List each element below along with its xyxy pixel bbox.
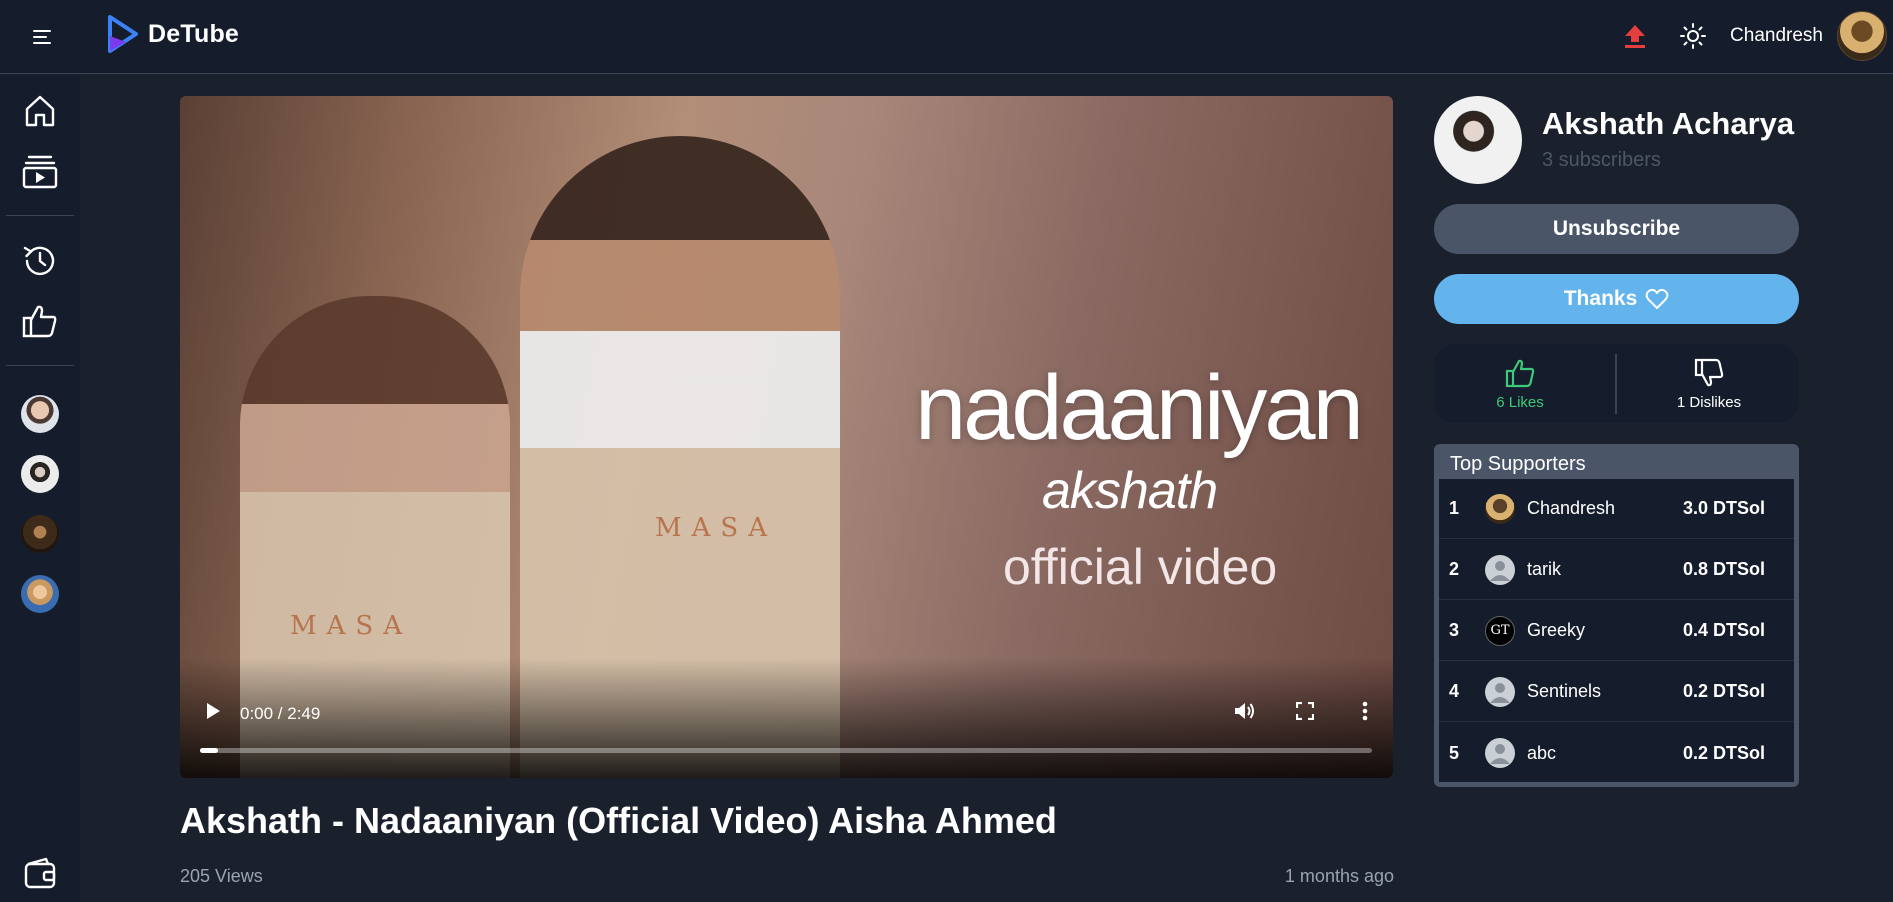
top-supporters-panel: Top Supporters 1 Chandresh 3.0 DTSol 2 t… xyxy=(1434,444,1799,787)
supporter-name: abc xyxy=(1527,742,1557,763)
username[interactable]: Chandresh xyxy=(1730,25,1823,47)
supporter-rank: 3 xyxy=(1449,620,1460,640)
menu-icon[interactable] xyxy=(30,25,54,49)
likes-count: 6 Likes xyxy=(1496,393,1544,411)
sidebar-divider xyxy=(6,365,74,366)
apron-logo-text: MASA xyxy=(290,611,412,641)
subscription-avatar[interactable] xyxy=(21,395,59,433)
progress-fill xyxy=(200,748,218,753)
subscriptions-icon[interactable] xyxy=(20,151,60,191)
playback-time: 0:00 / 2:49 xyxy=(240,704,321,723)
default-avatar-icon xyxy=(1485,738,1515,768)
play-icon[interactable] xyxy=(198,696,228,726)
home-icon[interactable] xyxy=(20,91,60,131)
subscription-avatar[interactable] xyxy=(21,575,59,613)
supporter-rank: 2 xyxy=(1449,559,1460,579)
top-supporters-title: Top Supporters xyxy=(1450,453,1586,475)
supporter-amount: 0.2 DTSol xyxy=(1683,742,1766,763)
app-name: DeTube xyxy=(148,19,240,48)
supporter-row[interactable]: 3 GT Greeky 0.4 DTSol xyxy=(1439,601,1794,661)
player-controls xyxy=(180,658,1393,778)
thanks-label: Thanks xyxy=(1563,287,1638,310)
supporter-amount: 0.8 DTSol xyxy=(1683,559,1766,579)
supporter-rank: 4 xyxy=(1449,681,1460,701)
subscription-avatar[interactable] xyxy=(21,515,59,553)
fullscreen-icon[interactable] xyxy=(1290,696,1320,726)
supporter-rank: 5 xyxy=(1449,742,1460,763)
supporter-amount: 0.4 DTSol xyxy=(1683,620,1766,640)
thumbs-up-icon xyxy=(1505,359,1535,387)
default-avatar-icon xyxy=(1485,554,1515,585)
subscription-avatar[interactable] xyxy=(21,455,59,493)
sun-icon[interactable] xyxy=(1678,21,1708,51)
apron-logo-text: MASA xyxy=(655,513,777,543)
supporter-name: tarik xyxy=(1527,559,1562,579)
supporter-row[interactable]: 5 abc 0.2 DTSol xyxy=(1439,723,1794,783)
supporter-initials: GT xyxy=(1490,623,1510,638)
supporter-row[interactable]: 4 Sentinels 0.2 DTSol xyxy=(1439,662,1794,722)
supporter-name: Chandresh xyxy=(1527,498,1616,518)
user-avatar[interactable] xyxy=(1837,11,1887,61)
supporter-row[interactable]: 2 tarik 0.8 DTSol xyxy=(1439,540,1794,600)
heart-icon xyxy=(1645,288,1669,309)
video-overlay-artist: akshath xyxy=(1042,462,1218,520)
thanks-button[interactable]: Thanks xyxy=(1434,274,1799,324)
subscriber-count: 3 subscribers xyxy=(1542,149,1661,171)
video-title: Akshath - Nadaaniyan (Official Video) Ai… xyxy=(180,800,1057,841)
thumbs-down-icon xyxy=(1694,358,1724,386)
supporter-amount: 0.2 DTSol xyxy=(1683,681,1766,701)
supporter-amount: 3.0 DTSol xyxy=(1683,498,1766,518)
video-player[interactable]: MASA MASA nadaaniyan akshath official vi… xyxy=(180,96,1393,778)
channel-avatar[interactable] xyxy=(1434,96,1522,184)
supporter-avatar: GT xyxy=(1485,615,1515,646)
supporter-avatar xyxy=(1485,493,1515,524)
posted-date: 1 months ago xyxy=(1284,866,1394,886)
supporter-name: Sentinels xyxy=(1527,681,1602,701)
sidebar xyxy=(0,75,80,902)
progress-bar[interactable] xyxy=(200,748,1372,753)
supporter-rank: 1 xyxy=(1449,498,1460,518)
dislikes-count: 1 Dislikes xyxy=(1676,393,1742,411)
supporter-row[interactable]: 1 Chandresh 3.0 DTSol xyxy=(1439,479,1794,539)
reactions-divider xyxy=(1615,354,1617,414)
top-bar: DeTube Chandresh xyxy=(0,0,1893,74)
video-overlay-title: nadaaniyan xyxy=(915,357,1364,459)
reactions-panel: 6 Likes 1 Dislikes xyxy=(1434,344,1799,423)
view-count: 205 Views xyxy=(180,866,263,886)
upload-icon[interactable] xyxy=(1620,21,1650,51)
video-overlay-caption: official video xyxy=(1003,539,1278,595)
supporter-name: Greeky xyxy=(1527,620,1586,640)
unsubscribe-button[interactable]: Unsubscribe xyxy=(1434,204,1799,254)
like-button[interactable]: 6 Likes xyxy=(1440,352,1600,416)
default-avatar-icon xyxy=(1485,676,1515,707)
supporters-list: 1 Chandresh 3.0 DTSol 2 tarik 0.8 DTSol … xyxy=(1439,479,1794,782)
more-options-icon[interactable] xyxy=(1350,696,1380,726)
history-icon[interactable] xyxy=(20,241,60,281)
liked-videos-icon[interactable] xyxy=(20,301,60,341)
logo-icon xyxy=(108,15,138,53)
dislike-button[interactable]: 1 Dislikes xyxy=(1629,352,1789,416)
app-logo[interactable]: DeTube xyxy=(106,14,239,54)
volume-icon[interactable] xyxy=(1230,696,1260,726)
sidebar-divider xyxy=(6,215,74,216)
channel-name[interactable]: Akshath Acharya xyxy=(1542,106,1794,142)
wallet-icon[interactable] xyxy=(20,853,60,893)
